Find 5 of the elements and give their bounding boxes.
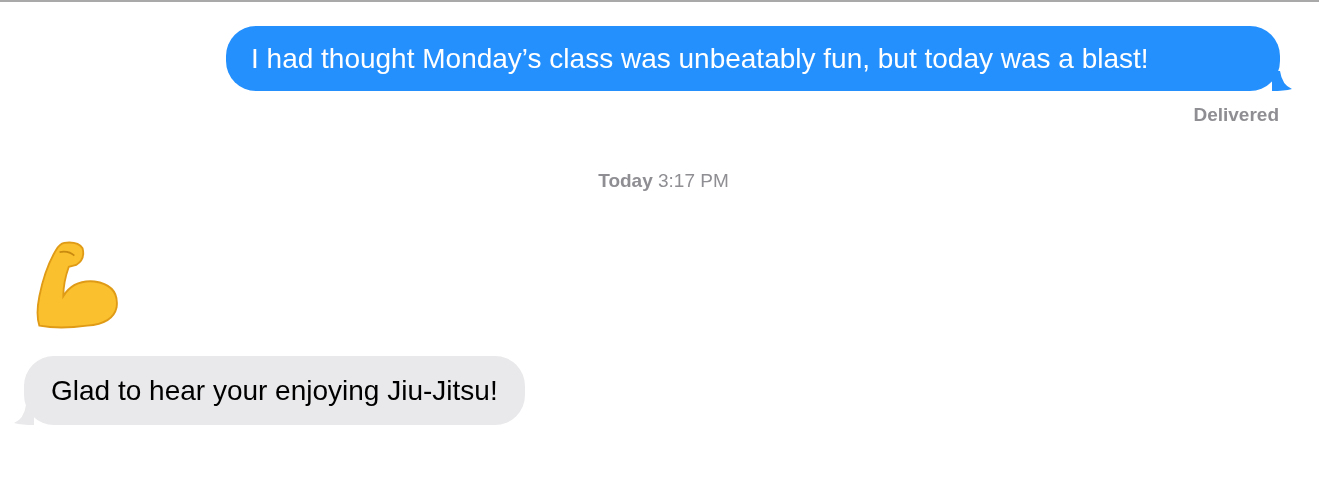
delivery-status: Delivered <box>1193 103 1279 127</box>
message-bubble: I had thought Monday’s class was unbeatably fun, but today was a blast! <box>226 26 1280 91</box>
message-bubble: Glad to hear your enjoying Jiu-Jitsu! <box>24 356 525 425</box>
timestamp: Today 3:17 PM <box>598 168 729 193</box>
bubble-tail-icon <box>1272 71 1292 91</box>
